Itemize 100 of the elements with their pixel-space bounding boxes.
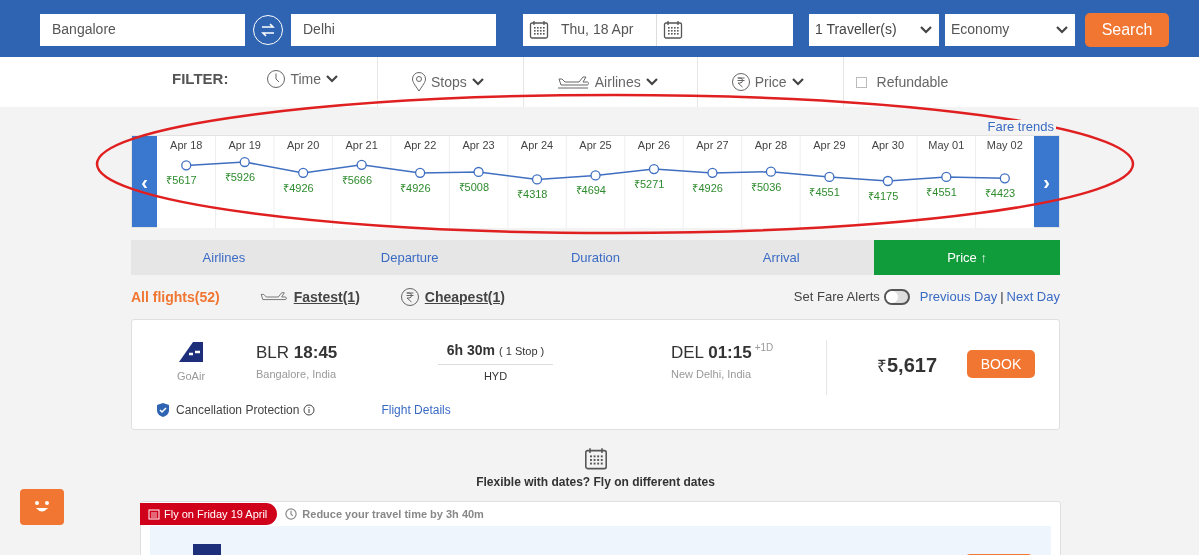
fare-alerts-toggle[interactable] [883,289,910,305]
fare-point[interactable] [239,156,250,168]
origin-field[interactable]: Bangalore [40,13,245,46]
fare-point[interactable] [648,164,660,175]
fare-label: 5926 [230,171,256,183]
chevron-down-icon [644,77,659,87]
sort-tab[interactable]: Price ↑ [874,240,1060,275]
fare-point[interactable] [707,167,718,178]
currency-symbol: ₹ [575,184,582,197]
chevron-down-icon [790,77,805,87]
fare-point[interactable] [882,175,893,187]
currency-symbol: ₹ [750,180,757,193]
day-offset: +1D [754,341,774,355]
all-flights-link[interactable]: All flights(52) [131,286,220,308]
depart-date: Thu, 18 Apr [561,20,634,39]
calendar-icon [583,447,608,471]
fare-point[interactable] [181,160,192,171]
cheapest-link[interactable]: Cheapest(1) [424,286,505,308]
rupee-icon [730,72,751,92]
clock-icon [266,69,287,89]
refundable-label: Refundable [876,72,949,92]
sort-tab[interactable]: Duration [502,240,689,275]
travellers-dropdown[interactable]: 1 Traveller(s) [809,13,939,46]
flight-details-link[interactable]: Flight Details [381,401,451,419]
currency-symbol: ₹ [877,356,887,378]
next-day-link[interactable]: Next Day [1006,287,1060,307]
swap-icon [260,22,276,37]
location-pin-icon [410,72,427,92]
fare-point[interactable] [531,174,543,185]
info-icon[interactable] [303,404,316,416]
currency-symbol: ₹ [634,178,640,191]
fare-point[interactable] [999,173,1010,184]
arrival-city: New Delhi, India [671,366,753,382]
fare-label: 4318 [523,188,548,201]
fare-label: 4175 [873,190,899,202]
fare-label: 4694 [581,184,606,197]
filter-dropdown[interactable]: Price [696,57,843,107]
alternate-date-badge: Fly on Friday 19 April [140,503,278,525]
fare-point[interactable] [414,167,426,178]
filter-dropdown[interactable]: Airlines [522,57,697,107]
filter-dropdown[interactable]: Time [266,51,377,107]
stopover: HYD [483,369,508,384]
airline-name: GoAir [176,369,206,384]
currency-symbol: ₹ [341,173,348,186]
airline-logo-icon [177,340,205,364]
fare-point[interactable] [356,159,367,170]
fare-label: 5271 [640,178,665,191]
currency-symbol: ₹ [458,180,465,193]
arrival-time: DEL 01:15 [671,342,752,364]
fare-trends-link[interactable]: Fare trends [985,120,1056,134]
currency-symbol: ₹ [984,187,991,200]
currency-symbol: ₹ [224,171,231,183]
fare-point[interactable] [824,171,835,183]
fare-point[interactable] [941,171,952,183]
sort-tab[interactable]: Airlines [131,240,317,275]
fare-label: 5036 [756,180,782,193]
date-label: Apr 21 [345,139,378,152]
sort-tab[interactable]: Departure [316,240,503,275]
fare-point[interactable] [765,166,777,177]
duration: 6h 30m [446,341,495,360]
fare-label: 4926 [406,181,431,194]
airplane-icon [556,75,591,89]
next-button[interactable]: › [1034,136,1059,227]
fare-point[interactable] [590,170,601,181]
protection-label: Cancellation Protection [176,402,300,419]
refundable-checkbox[interactable] [855,76,867,88]
currency-symbol: ₹ [809,185,816,198]
fare-label: 4423 [990,187,1016,200]
cabin-dropdown[interactable]: Economy [945,13,1075,46]
calendar-icon [529,19,549,40]
search-button[interactable]: Search [1085,12,1169,47]
date-label: Apr 24 [520,139,554,152]
fare-point[interactable] [473,166,484,178]
fare-label: 4551 [815,185,840,198]
chevron-down-icon [470,77,485,87]
chevron-down-icon [324,74,339,84]
date-field[interactable]: Thu, 18 Apr [523,13,793,46]
calendar-icon [663,19,683,40]
chat-button[interactable] [20,489,64,525]
fare-label: 5666 [347,173,373,186]
date-label: Apr 23 [462,139,495,152]
fastest-link[interactable]: Fastest(1) [293,286,360,308]
date-label: May 01 [928,139,965,152]
fare-label: 5617 [172,174,197,187]
date-label: Apr 18 [170,139,203,152]
filter-dropdown[interactable]: Stops [376,57,523,107]
fare-alerts-label: Set Fare Alerts [793,288,880,307]
previous-button[interactable]: ‹ [132,136,157,227]
departure-time: BLR 18:45 [256,342,339,364]
chevron-down-icon [919,24,933,35]
currency-symbol: ₹ [166,174,173,187]
date-label: Apr 29 [813,139,846,152]
departure-city: Bangalore, India [256,366,338,382]
date-label: Apr 25 [579,139,612,152]
fare-point[interactable] [298,167,309,178]
book-button[interactable]: BOOK [967,350,1035,378]
currency-symbol: ₹ [692,181,699,194]
sort-tab[interactable]: Arrival [688,240,875,275]
destination-field[interactable]: Delhi [291,13,496,46]
previous-day-link[interactable]: Previous Day [919,287,998,307]
